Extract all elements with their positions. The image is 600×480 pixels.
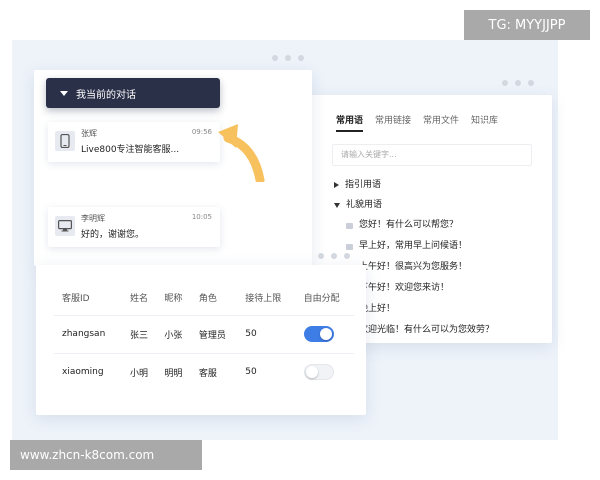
cell-name: 小明 [121,352,157,391]
conversation-time: 09:56 [191,128,212,136]
message-icon [346,243,353,250]
table-row: xiaoming 小明 明明 客服 50 [54,352,354,391]
conversation-time: 10:05 [191,213,212,221]
message-icon [346,222,353,229]
caret-down-icon [60,90,68,96]
window-dots [502,80,534,86]
conversations-header[interactable]: 我当前的对话 [46,78,220,108]
window-dot [298,55,304,61]
cell-nickname: 明明 [156,352,191,391]
conversation-message: 好的，谢谢您。 [81,230,145,240]
tree-group-label: 礼貌用语 [346,200,383,210]
phrase-text: 早上好，常用早上问候语！ [359,241,468,251]
column-header: 昵称 [164,294,183,305]
column-header: 自由分配 [303,294,340,305]
my-conversations-panel: 我当前的对话 张辉 09:56 Live800专注智能客服... 李明辉 10:… [34,55,312,266]
table-header-row: 客服ID 姓名 昵称 角色 接待上限 自由分配 [54,281,354,315]
curved-arrow-icon [218,124,265,182]
illustration-background: 常用语 常用链接 常用文件 知识库 请输入关键字... 指引用语 礼貌用语 您好… [12,40,558,440]
cell-limit: 50 [237,352,296,391]
phrase-text: 上午好！很高兴为您服务！ [359,262,468,272]
table-row: zhangsan 张三 小张 管理员 50 [54,314,354,353]
cell-role: 管理员 [190,314,238,353]
window-dot [331,253,337,259]
column-header: 姓名 [129,294,148,305]
caret-down-icon [334,202,340,208]
auto-assign-toggle[interactable] [303,364,334,381]
auto-assign-toggle[interactable] [303,326,334,342]
cell-staff-id: xiaoming [54,352,122,391]
cell-auto-assign [295,352,354,391]
conversations-header-label: 我当前的对话 [76,89,136,101]
window-dot [528,80,534,86]
column-header: 客服ID [62,294,90,305]
tree-group-courtesy[interactable]: 礼貌用语 [334,195,494,215]
toggle-knob [305,366,318,379]
desktop-icon [55,216,75,236]
window-dots [272,55,304,61]
window-dot [285,55,291,61]
conversation-name: 张辉 [81,129,97,138]
tg-watermark-badge: TG: MYYJJPP [464,10,590,40]
window-dot [344,253,350,259]
tab-common-phrases[interactable]: 常用语 [336,113,364,132]
column-header: 接待上限 [245,294,282,305]
tab-common-files[interactable]: 常用文件 [423,113,459,132]
conversation-message: Live800专注智能客服... [81,145,180,155]
conversation-item[interactable]: 李明辉 10:05 好的，谢谢您。 [48,207,220,247]
cell-staff-id: zhangsan [54,314,122,353]
cell-limit: 50 [237,314,296,353]
conversation-item[interactable]: 张辉 09:56 Live800专注智能客服... [48,122,220,162]
window-dot [318,253,324,259]
staff-table: 客服ID 姓名 昵称 角色 接待上限 自由分配 zhangsan 张三 小张 管… [54,281,354,391]
cell-nickname: 小张 [156,314,191,353]
conversation-name: 李明辉 [81,214,105,223]
tab-knowledge-base[interactable]: 知识库 [471,113,498,132]
phrase-text: 欢迎光临！有什么可以为您效劳？ [359,325,495,335]
phrase-search-input[interactable]: 请输入关键字... [332,144,532,166]
cell-auto-assign [295,314,354,353]
column-header: 角色 [198,294,217,305]
window-dot [515,80,521,86]
phrase-tabs: 常用语 常用链接 常用文件 知识库 [336,113,498,132]
window-dot [272,55,278,61]
tree-group-guide[interactable]: 指引用语 [334,175,494,195]
cell-name: 张三 [121,314,157,353]
window-dot [502,80,508,86]
phrase-item[interactable]: 您好！有什么可以帮您？ [334,215,494,236]
cell-role: 客服 [190,352,238,391]
toggle-knob [319,328,332,340]
phrase-text: 您好！有什么可以帮您？ [359,220,459,230]
tab-common-links[interactable]: 常用链接 [375,113,411,132]
window-dots [318,253,350,259]
staff-table-panel: 客服ID 姓名 昵称 角色 接待上限 自由分配 zhangsan 张三 小张 管… [36,253,366,415]
caret-right-icon [334,182,339,188]
phrase-item[interactable]: 早上好，常用早上问候语！ [334,236,494,257]
phrase-text: 下午好！欢迎您来访！ [359,283,450,293]
url-watermark-badge: www.zhcn-k8com.com [10,440,202,470]
mobile-icon [55,131,75,151]
tree-group-label: 指引用语 [345,180,382,190]
